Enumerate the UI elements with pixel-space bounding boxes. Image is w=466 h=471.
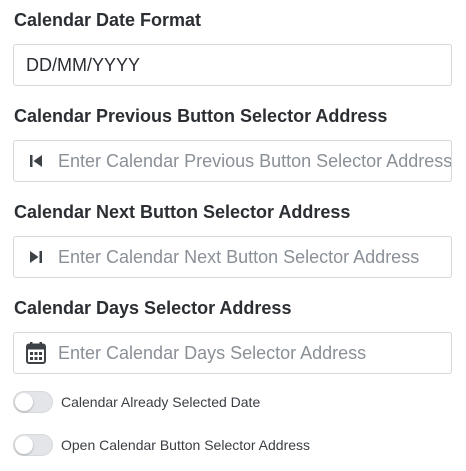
next-button-selector-field bbox=[13, 236, 452, 278]
previous-button-selector-field bbox=[13, 140, 452, 182]
days-selector-input[interactable] bbox=[58, 333, 451, 373]
calendar-icon bbox=[14, 333, 58, 373]
open-calendar-button-toggle[interactable] bbox=[13, 434, 53, 456]
previous-button-selector-label: Calendar Previous Button Selector Addres… bbox=[14, 106, 388, 126]
days-selector-field bbox=[13, 332, 452, 374]
date-format-input[interactable] bbox=[14, 45, 451, 85]
calendar-settings-form: Calendar Date Format Calendar Previous B… bbox=[0, 0, 466, 471]
days-selector-label: Calendar Days Selector Address bbox=[14, 298, 292, 318]
skip-previous-icon bbox=[14, 141, 58, 181]
already-selected-date-label: Calendar Already Selected Date bbox=[61, 394, 261, 410]
open-calendar-button-toggle-row: Open Calendar Button Selector Address bbox=[13, 433, 310, 457]
open-calendar-button-label: Open Calendar Button Selector Address bbox=[61, 437, 311, 453]
already-selected-date-toggle[interactable] bbox=[13, 391, 53, 413]
date-format-field bbox=[13, 44, 452, 86]
already-selected-date-toggle-row: Calendar Already Selected Date bbox=[13, 390, 260, 414]
previous-button-selector-input[interactable] bbox=[58, 141, 451, 181]
toggle-knob bbox=[15, 393, 33, 411]
toggle-knob bbox=[15, 436, 33, 454]
next-button-selector-input[interactable] bbox=[58, 237, 451, 277]
skip-next-icon bbox=[14, 237, 58, 277]
next-button-selector-label: Calendar Next Button Selector Address bbox=[14, 202, 351, 222]
date-format-label: Calendar Date Format bbox=[14, 10, 202, 30]
